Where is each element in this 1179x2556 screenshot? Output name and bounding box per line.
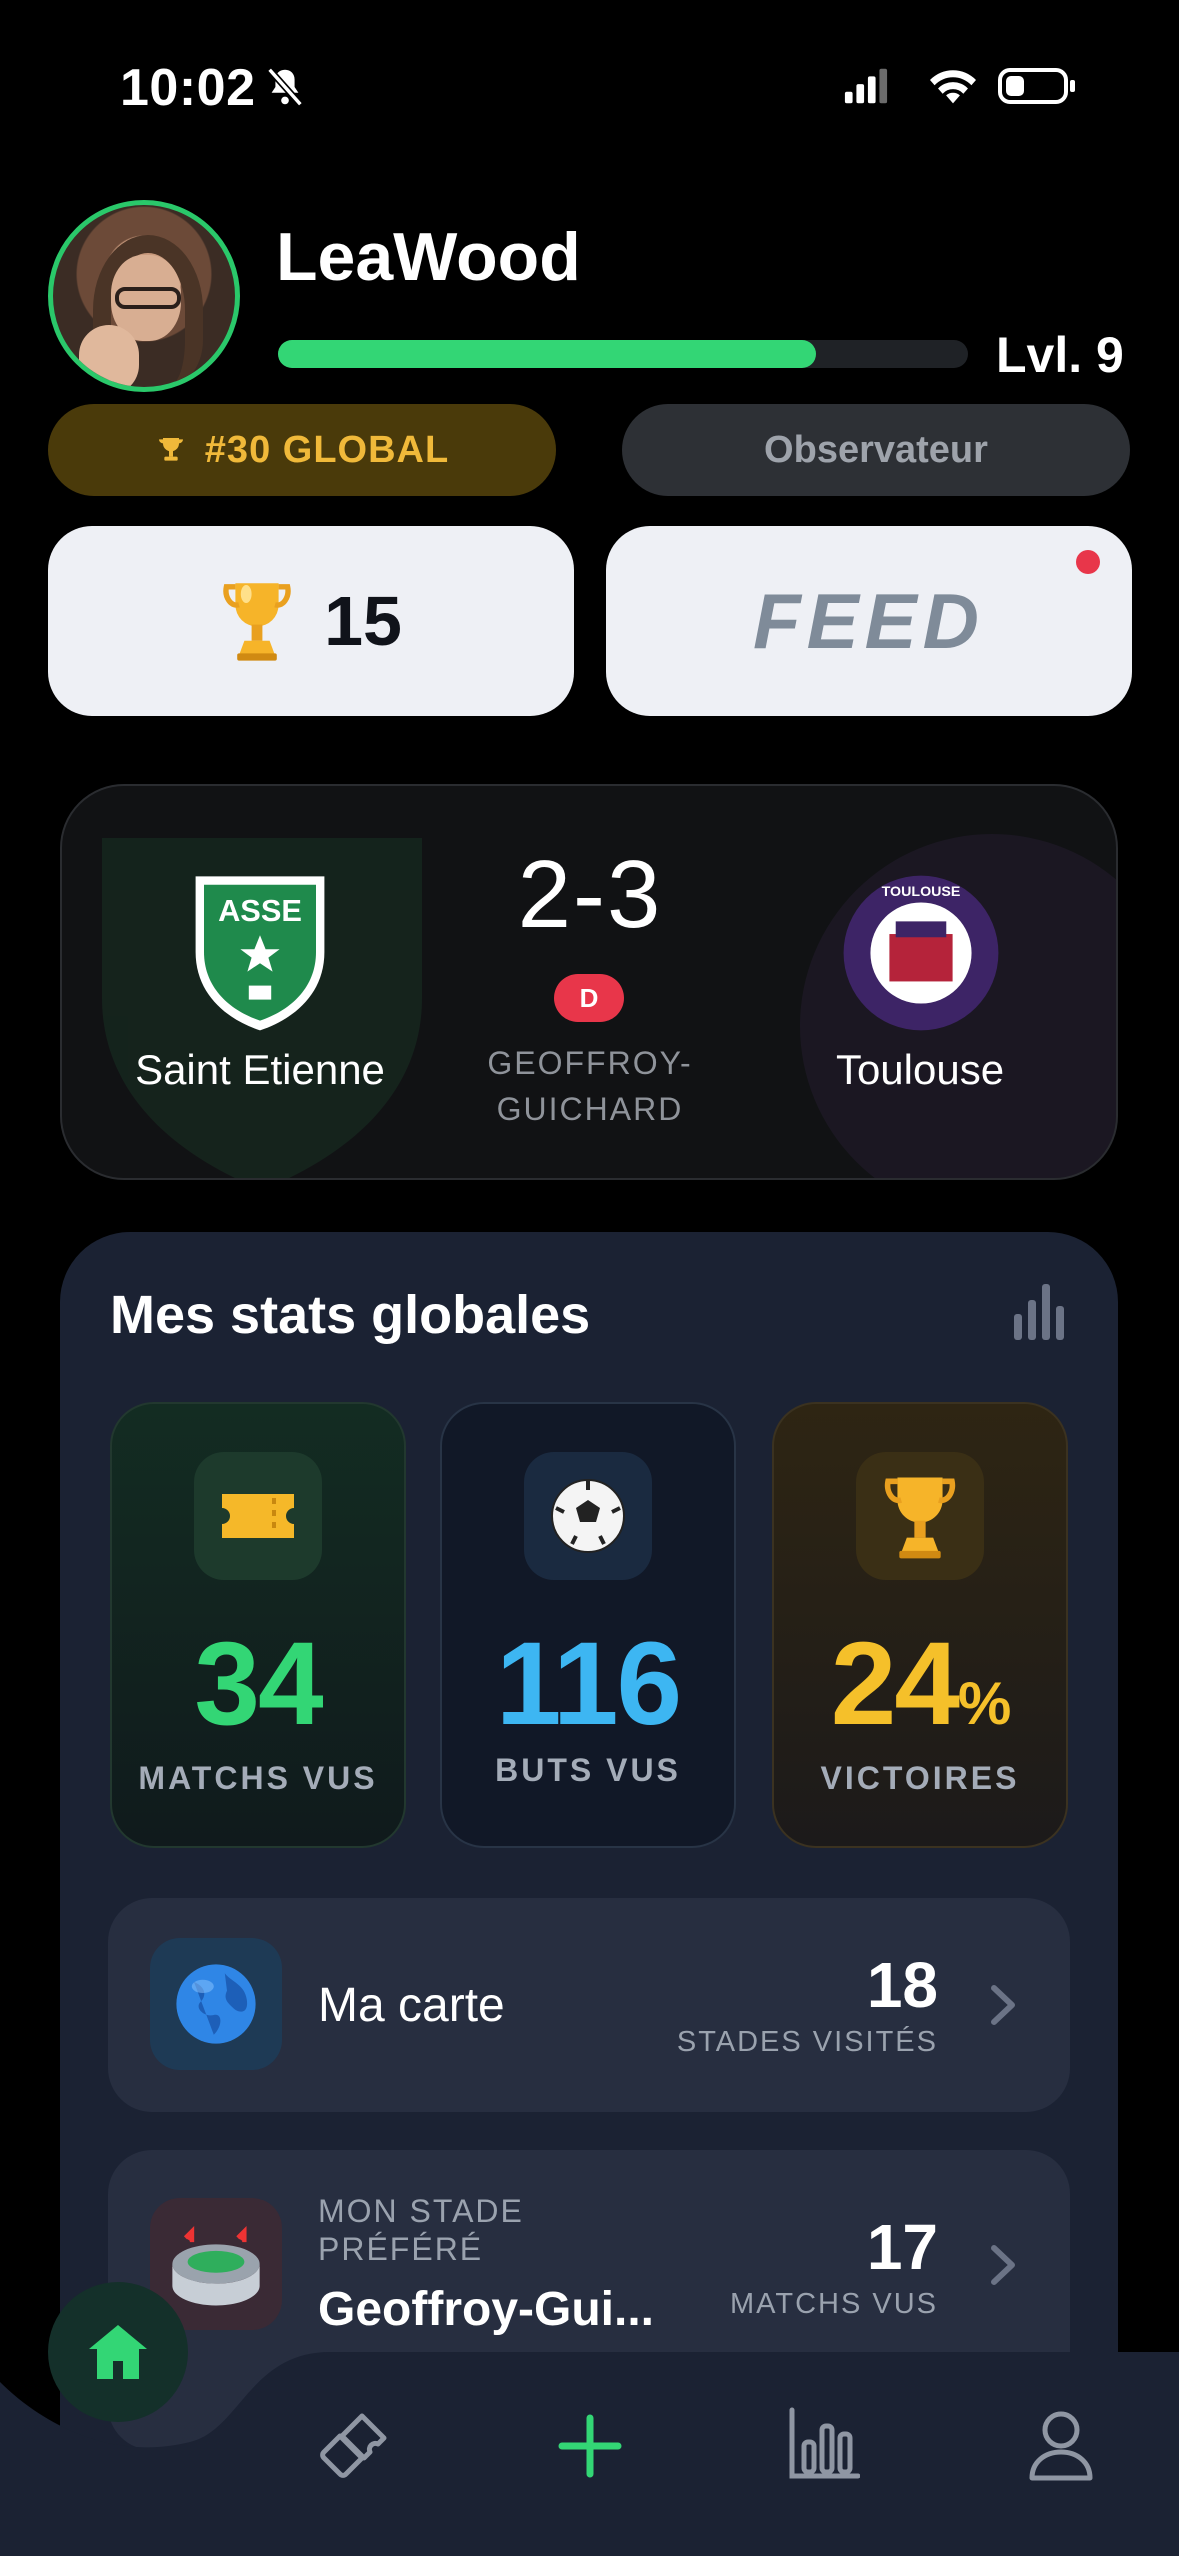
trophy-cup-icon xyxy=(223,583,291,661)
ball-stat-icon-bg xyxy=(524,1452,652,1580)
map-title: Ma carte xyxy=(318,1979,505,2032)
result-badge: D xyxy=(554,974,624,1022)
trophy-cup-icon xyxy=(884,1477,956,1559)
avatar[interactable] xyxy=(48,200,240,392)
matches-label: MATCHS VUS xyxy=(138,1760,378,1796)
match-score: 2-3 xyxy=(517,841,663,948)
stadium-icon xyxy=(172,2226,260,2306)
trophies-button[interactable]: 15 xyxy=(48,526,574,716)
wins-value: 24 xyxy=(830,1618,960,1750)
favorite-value: 17 xyxy=(866,2211,938,2283)
favorite-caption: MON STADE PRÉFÉRÉ xyxy=(318,2192,524,2268)
favorite-caption-line-2: PRÉFÉRÉ xyxy=(318,2231,484,2267)
favorite-label: MATCHS VUS xyxy=(730,2288,938,2320)
stadium-line-2: GUICHARD xyxy=(496,1091,684,1127)
favorite-caption-line-1: MON STADE xyxy=(318,2193,524,2229)
saint-etienne-crest: ASSE xyxy=(195,876,325,1031)
ticket-icon xyxy=(222,1494,294,1538)
feed-button[interactable]: FEED xyxy=(606,526,1132,716)
wifi-icon xyxy=(930,70,976,104)
trophy-count: 15 xyxy=(324,582,402,660)
signal-icon xyxy=(844,68,888,104)
status-time: 10:02 xyxy=(120,59,256,117)
wins-unit: % xyxy=(957,1670,1011,1737)
soccer-ball-icon xyxy=(551,1479,625,1553)
globe-icon xyxy=(176,1964,256,2044)
username: LeaWood xyxy=(276,219,581,295)
map-value: 18 xyxy=(866,1949,938,2021)
battery-icon xyxy=(998,68,1075,104)
away-team-name: Toulouse xyxy=(835,1046,1005,1093)
ticket-tab-icon[interactable] xyxy=(318,2410,390,2482)
wins-value-wrap: 24% xyxy=(772,1616,1068,1752)
stats-title: Mes stats globales xyxy=(110,1285,591,1345)
cup-stat-icon-bg xyxy=(856,1452,984,1580)
stadium-line-1: GEOFFROY- xyxy=(487,1045,693,1081)
ticket-stat-icon-bg xyxy=(194,1452,322,1580)
toulouse-crest: TOULOUSE xyxy=(843,875,999,1031)
feed-label: FEED xyxy=(752,576,986,665)
level-label: Lvl. 9 xyxy=(996,327,1124,383)
global-rank-pill[interactable]: #30 GLOBAL xyxy=(48,404,556,496)
home-tab[interactable] xyxy=(48,2282,188,2422)
matches-value: 34 xyxy=(194,1618,323,1750)
globe-icon-bg xyxy=(150,1938,282,2070)
xp-progress-fill xyxy=(278,340,817,368)
map-label: STADES VISITÉS xyxy=(676,2026,938,2058)
global-rank-label: #30 GLOBAL xyxy=(204,428,450,471)
bell-off-icon xyxy=(267,67,303,107)
goals-label: BUTS VUS xyxy=(495,1752,681,1788)
role-label: Observateur xyxy=(764,428,988,471)
plus-tab-icon[interactable] xyxy=(556,2412,624,2480)
toulouse-crest-text: TOULOUSE xyxy=(882,884,961,900)
match-stadium: GEOFFROY- GUICHARD xyxy=(440,1040,740,1132)
stats-tab-icon[interactable] xyxy=(788,2406,860,2480)
asse-crest-text: ASSE xyxy=(218,893,302,928)
bar-chart-icon[interactable] xyxy=(1012,1282,1068,1342)
chevron-right-icon xyxy=(991,2245,1015,2285)
goals-value: 116 xyxy=(495,1618,682,1750)
wins-label: VICTOIRES xyxy=(820,1760,1020,1796)
role-pill[interactable]: Observateur xyxy=(622,404,1130,496)
trophy-icon xyxy=(158,438,183,461)
home-icon xyxy=(89,2325,147,2379)
favorite-stadium-name: Geoffroy-Gui... xyxy=(318,2283,654,2336)
profile-tab-icon[interactable] xyxy=(1026,2408,1096,2482)
feed-notification-dot xyxy=(1076,550,1100,574)
chevron-right-icon xyxy=(991,1985,1015,2025)
home-team-name: Saint Etienne xyxy=(135,1046,385,1093)
